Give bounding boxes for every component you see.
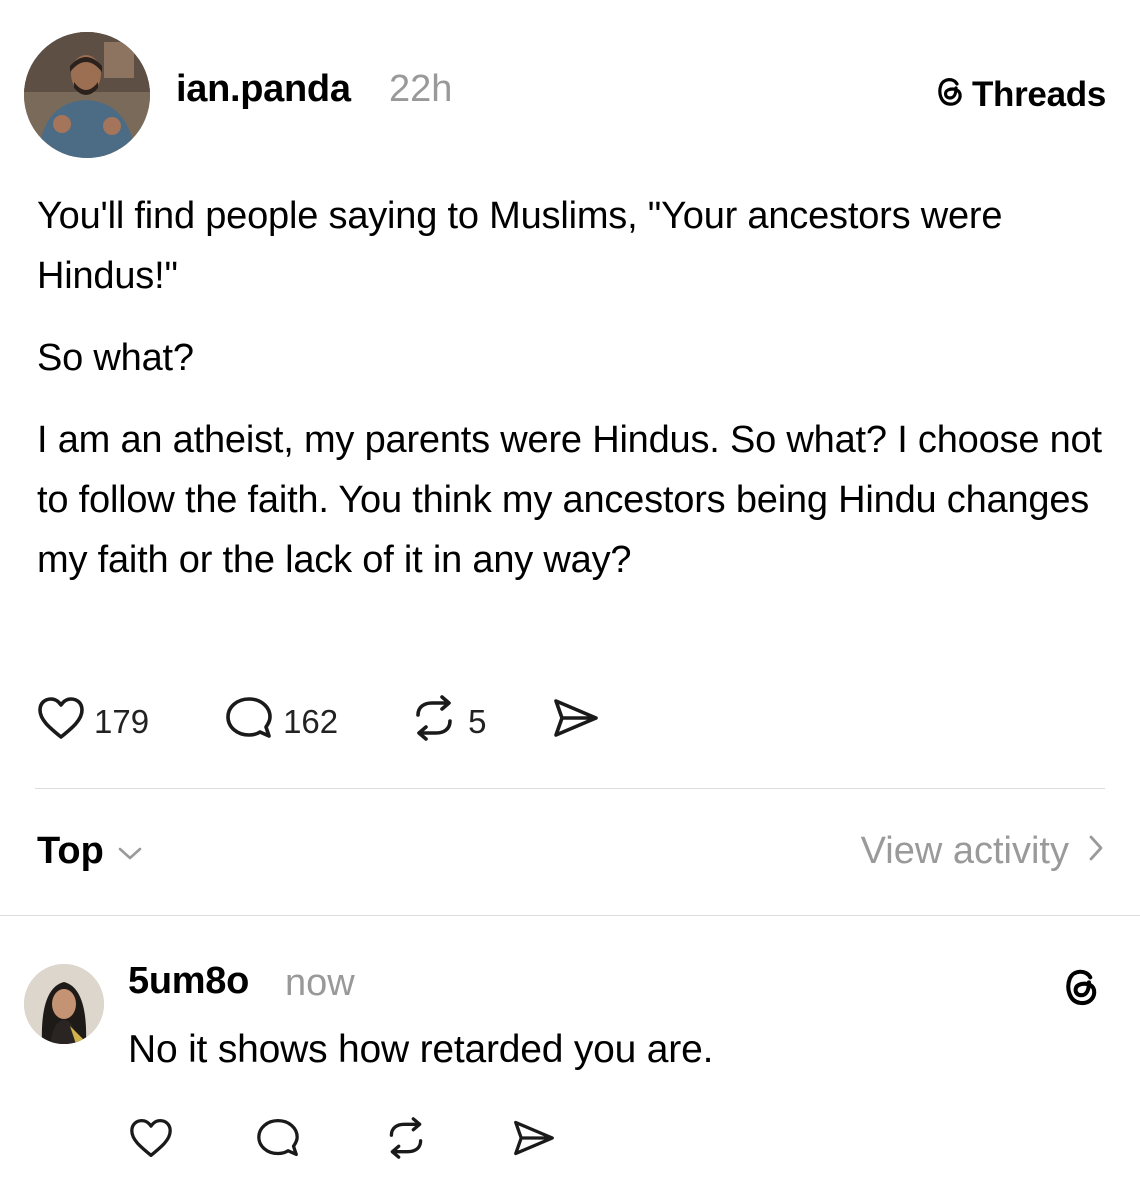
threads-logo-icon [932, 72, 966, 117]
platform-label: Threads [971, 74, 1106, 114]
share-button[interactable] [550, 695, 602, 749]
author-name[interactable]: ian.panda [176, 68, 351, 111]
comment-icon[interactable] [254, 1117, 302, 1164]
post-actions: 179 162 5 [36, 695, 602, 749]
post-body: You'll find people saying to Muslims, "Y… [37, 186, 1112, 612]
heart-icon[interactable] [128, 1117, 174, 1164]
sort-label: Top [37, 830, 104, 872]
like-button[interactable]: 179 [36, 695, 149, 749]
platform-badge: Threads [932, 72, 1106, 117]
reply-button[interactable]: 162 [223, 695, 338, 749]
post-timestamp: 22h [389, 68, 453, 110]
repost-icon [408, 695, 460, 749]
author-avatar[interactable] [24, 32, 150, 158]
repost-icon[interactable] [382, 1116, 430, 1164]
post-paragraph: You'll find people saying to Muslims, "Y… [37, 195, 1003, 297]
comment-icon [223, 695, 275, 749]
post-paragraph: I am an atheist, my parents were Hindus.… [37, 419, 1102, 581]
chevron-right-icon [1087, 830, 1105, 873]
repost-count: 5 [468, 703, 487, 740]
reply-count: 162 [283, 703, 339, 740]
chevron-down-icon [116, 830, 144, 873]
reply-timestamp: now [285, 962, 355, 1004]
post-paragraph: So what? [37, 337, 194, 379]
reply-actions [128, 1115, 558, 1165]
divider [0, 915, 1140, 916]
heart-icon [36, 695, 86, 749]
sort-dropdown[interactable]: Top [37, 830, 144, 873]
send-icon [550, 695, 602, 749]
reply-text: No it shows how retarded you are. [128, 1028, 714, 1071]
send-icon[interactable] [510, 1117, 558, 1164]
repost-button[interactable]: 5 [408, 695, 486, 749]
reply-avatar[interactable] [24, 964, 104, 1044]
threads-logo-icon [1058, 962, 1102, 1013]
like-count: 179 [94, 703, 150, 740]
view-activity-link[interactable]: View activity [861, 830, 1105, 873]
view-activity-label: View activity [860, 830, 1069, 872]
reply-author-name[interactable]: 5um8o [128, 960, 249, 1003]
divider [35, 788, 1105, 789]
